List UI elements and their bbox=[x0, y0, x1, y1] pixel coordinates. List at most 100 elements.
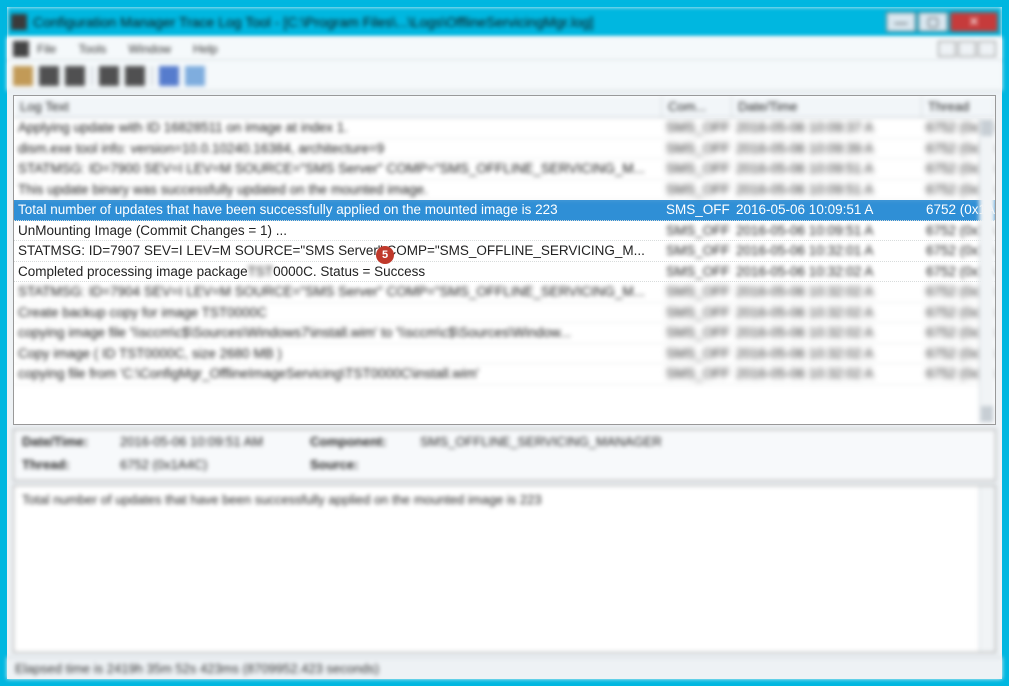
toolbar-separator bbox=[91, 66, 93, 86]
detail-thread-label: Thread: bbox=[22, 457, 110, 476]
titlebar[interactable]: Configuration Manager Trace Log Tool - [… bbox=[7, 7, 1002, 37]
tool-copy-icon[interactable] bbox=[65, 66, 85, 86]
cell-logtext: dism.exe tool info: version=10.0.10240.1… bbox=[14, 139, 662, 159]
menu-file[interactable]: File bbox=[37, 42, 56, 56]
scroll-down-icon[interactable] bbox=[981, 406, 993, 422]
log-row[interactable]: Completed processing image package TST00… bbox=[14, 262, 995, 283]
toolbar bbox=[7, 61, 1002, 91]
cell-component: SMS_OFF bbox=[662, 118, 732, 138]
cell-logtext: UnMounting Image (Commit Changes = 1) ..… bbox=[14, 221, 662, 241]
message-text: Total number of updates that have been s… bbox=[22, 492, 542, 507]
window-controls: — ▢ ✕ bbox=[884, 12, 998, 32]
cell-logtext: STATMSG: ID=7900 SEV=I LEV=M SOURCE="SMS… bbox=[14, 159, 662, 179]
annotation-badge: 5 bbox=[376, 246, 394, 264]
menu-help[interactable]: Help bbox=[193, 42, 218, 56]
detail-source-value bbox=[420, 457, 987, 476]
close-button[interactable]: ✕ bbox=[950, 12, 998, 32]
log-row[interactable]: STATMSG: ID=7907 SEV=I LEV=M SOURCE="SMS… bbox=[14, 241, 995, 262]
cell-datetime: 2016-05-06 10:09:39 A bbox=[732, 139, 922, 159]
mdi-restore[interactable] bbox=[958, 41, 976, 57]
menu-tools[interactable]: Tools bbox=[78, 42, 106, 56]
app-icon bbox=[11, 14, 27, 30]
mdi-close[interactable] bbox=[978, 41, 996, 57]
grid-header: Log Text Com... Date/Time Thread bbox=[14, 96, 995, 118]
cell-datetime: 2016-05-06 10:32:02 A bbox=[732, 282, 922, 302]
cell-logtext: STATMSG: ID=7904 SEV=I LEV=M SOURCE="SMS… bbox=[14, 282, 662, 302]
doc-icon bbox=[13, 41, 29, 57]
cell-logtext: Applying update with ID 16828511 on imag… bbox=[14, 118, 662, 138]
detail-component-value: SMS_OFFLINE_SERVICING_MANAGER bbox=[420, 434, 987, 453]
content-area: Log Text Com... Date/Time Thread Applyin… bbox=[7, 91, 1002, 657]
cell-datetime: 2016-05-06 10:32:02 A bbox=[732, 323, 922, 343]
mdi-controls bbox=[936, 41, 996, 57]
cell-datetime: 2016-05-06 10:32:02 A bbox=[732, 344, 922, 364]
col-logtext[interactable]: Log Text bbox=[14, 96, 662, 117]
tool-open-icon[interactable] bbox=[13, 66, 33, 86]
toolbar-separator bbox=[151, 66, 153, 86]
cell-datetime: 2016-05-06 10:32:02 A bbox=[732, 364, 922, 384]
log-row[interactable]: UnMounting Image (Commit Changes = 1) ..… bbox=[14, 221, 995, 242]
detail-datetime-value: 2016-05-06 10:09:51 AM bbox=[120, 434, 300, 453]
cell-logtext: STATMSG: ID=7907 SEV=I LEV=M SOURCE="SMS… bbox=[14, 241, 662, 261]
log-row[interactable]: Total number of updates that have been s… bbox=[14, 200, 995, 221]
log-row[interactable]: Copy image ( ID TST0000C, size 2680 MB )… bbox=[14, 344, 995, 365]
cell-component: SMS_OFF bbox=[662, 221, 732, 241]
cell-component: SMS_OFF bbox=[662, 364, 732, 384]
col-thread[interactable]: Thread bbox=[922, 96, 995, 117]
cell-logtext: Create backup copy for image TST0000C bbox=[14, 303, 662, 323]
cell-datetime: 2016-05-06 10:32:01 A bbox=[732, 241, 922, 261]
cell-datetime: 2016-05-06 10:32:02 A bbox=[732, 303, 922, 323]
cell-component: SMS_OFF bbox=[662, 344, 732, 364]
log-row[interactable]: Create backup copy for image TST0000CSMS… bbox=[14, 303, 995, 324]
detail-datetime-label: Date/Time: bbox=[22, 434, 110, 453]
statusbar: Elapsed time is 2419h 35m 52s 423ms (870… bbox=[7, 657, 1002, 679]
title-text: Configuration Manager Trace Log Tool - [… bbox=[33, 14, 884, 30]
grid-body[interactable]: Applying update with ID 16828511 on imag… bbox=[14, 118, 995, 424]
col-datetime[interactable]: Date/Time bbox=[732, 96, 922, 117]
cell-component: SMS_OFF bbox=[662, 159, 732, 179]
cell-component: SMS_OFF bbox=[662, 303, 732, 323]
message-scrollbar[interactable] bbox=[979, 486, 995, 652]
vertical-scrollbar[interactable] bbox=[979, 118, 995, 424]
log-row[interactable]: STATMSG: ID=7900 SEV=I LEV=M SOURCE="SMS… bbox=[14, 159, 995, 180]
log-row[interactable]: This update binary was successfully upda… bbox=[14, 180, 995, 201]
mdi-minimize[interactable] bbox=[938, 41, 956, 57]
message-panel: Total number of updates that have been s… bbox=[13, 485, 996, 653]
log-row[interactable]: STATMSG: ID=7904 SEV=I LEV=M SOURCE="SMS… bbox=[14, 282, 995, 303]
cell-logtext: This update binary was successfully upda… bbox=[14, 180, 662, 200]
detail-component-label: Component: bbox=[310, 434, 410, 453]
maximize-button[interactable]: ▢ bbox=[918, 12, 948, 32]
tool-print-icon[interactable] bbox=[39, 66, 59, 86]
cell-datetime: 2016-05-06 10:09:51 A bbox=[732, 200, 922, 220]
minimize-button[interactable]: — bbox=[886, 12, 916, 32]
cell-component: SMS_OFF bbox=[662, 262, 732, 282]
cell-logtext: copying file from 'C:\ConfigMgr_OfflineI… bbox=[14, 364, 662, 384]
scroll-up-icon[interactable] bbox=[981, 120, 993, 136]
detail-panel: Date/Time: 2016-05-06 10:09:51 AM Compon… bbox=[13, 429, 996, 481]
cell-component: SMS_OFF bbox=[662, 282, 732, 302]
log-grid[interactable]: Log Text Com... Date/Time Thread Applyin… bbox=[13, 95, 996, 425]
col-component[interactable]: Com... bbox=[662, 96, 732, 117]
cell-logtext: Copy image ( ID TST0000C, size 2680 MB ) bbox=[14, 344, 662, 364]
log-row[interactable]: copying image file '\\sccm\c$\Sources\Wi… bbox=[14, 323, 995, 344]
cell-logtext: Total number of updates that have been s… bbox=[14, 200, 662, 220]
cell-logtext: Completed processing image package TST00… bbox=[14, 262, 662, 282]
tool-highlight-icon[interactable] bbox=[185, 66, 205, 86]
tool-binoculars-icon[interactable] bbox=[125, 66, 145, 86]
cell-component: SMS_OFF bbox=[662, 200, 732, 220]
menubar: File Tools Window Help bbox=[7, 37, 1002, 61]
status-text: Elapsed time is 2419h 35m 52s 423ms (870… bbox=[15, 661, 379, 676]
cell-logtext: copying image file '\\sccm\c$\Sources\Wi… bbox=[14, 323, 662, 343]
tool-pause-icon[interactable] bbox=[159, 66, 179, 86]
menu-window[interactable]: Window bbox=[128, 42, 171, 56]
app-window: Configuration Manager Trace Log Tool - [… bbox=[6, 6, 1003, 680]
log-row[interactable]: copying file from 'C:\ConfigMgr_OfflineI… bbox=[14, 364, 995, 385]
log-row[interactable]: dism.exe tool info: version=10.0.10240.1… bbox=[14, 139, 995, 160]
cell-component: SMS_OFF bbox=[662, 323, 732, 343]
tool-find-icon[interactable] bbox=[99, 66, 119, 86]
cell-component: SMS_OFF bbox=[662, 139, 732, 159]
cell-component: SMS_OFF bbox=[662, 180, 732, 200]
cell-datetime: 2016-05-06 10:32:02 A bbox=[732, 262, 922, 282]
cell-datetime: 2016-05-06 10:09:51 A bbox=[732, 180, 922, 200]
log-row[interactable]: Applying update with ID 16828511 on imag… bbox=[14, 118, 995, 139]
